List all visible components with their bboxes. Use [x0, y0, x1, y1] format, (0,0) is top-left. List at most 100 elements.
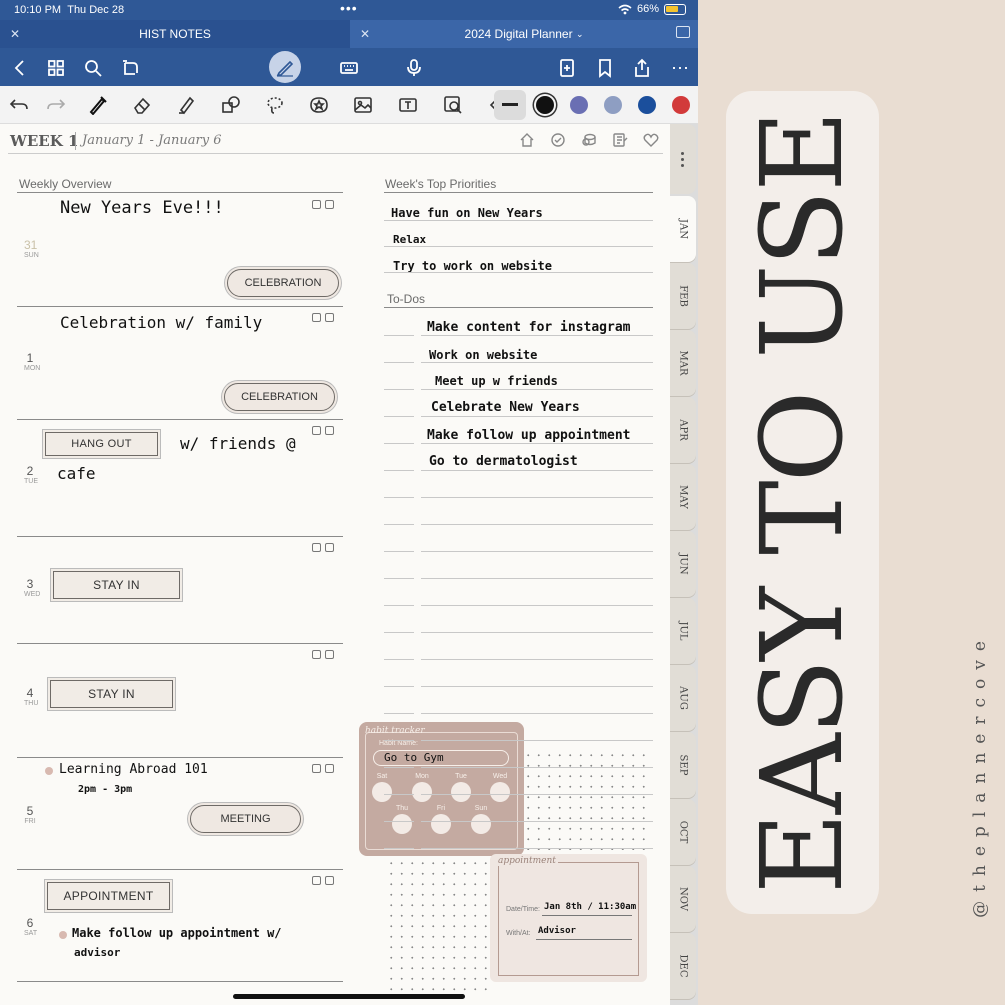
- calendar-add-icon[interactable]: [325, 650, 334, 659]
- close-tab-icon[interactable]: ✕: [10, 27, 20, 41]
- sticker-meeting[interactable]: MEETING: [190, 805, 301, 833]
- todo-checkbox-line[interactable]: [384, 416, 414, 417]
- todo-line[interactable]: [421, 632, 653, 633]
- habit-check-circle[interactable]: [412, 782, 432, 802]
- day-icons[interactable]: [312, 422, 342, 435]
- todo-line[interactable]: [421, 389, 653, 390]
- habit-check-circle[interactable]: [372, 782, 392, 802]
- month-tab-feb[interactable]: FEB: [670, 263, 696, 329]
- back-icon[interactable]: [8, 56, 32, 80]
- tab-hist-notes[interactable]: ✕ HIST NOTES: [0, 20, 350, 48]
- todo-checkbox-line[interactable]: [384, 767, 414, 768]
- color-swatch-black[interactable]: [536, 96, 554, 114]
- share-icon[interactable]: [630, 56, 654, 80]
- month-tab-jul[interactable]: JUL: [670, 598, 696, 664]
- todo-checkbox-line[interactable]: [384, 740, 414, 741]
- color-swatch-purple[interactable]: [570, 96, 588, 114]
- reminder-icon[interactable]: [312, 200, 321, 209]
- todo-checkbox-line[interactable]: [384, 794, 414, 795]
- bookmark-icon[interactable]: [593, 56, 617, 80]
- todo-checkbox-line[interactable]: [384, 551, 414, 552]
- month-tab-oct[interactable]: OCT: [670, 799, 696, 865]
- habit-check-circle[interactable]: [490, 782, 510, 802]
- todo-checkbox-line[interactable]: [384, 470, 414, 471]
- todo-line[interactable]: [421, 335, 653, 336]
- chevron-down-icon[interactable]: ⌄: [576, 29, 584, 40]
- reminder-icon[interactable]: [312, 650, 321, 659]
- todo-line[interactable]: [421, 848, 653, 849]
- todo-checkbox-line[interactable]: [384, 524, 414, 525]
- sticker-icon[interactable]: [306, 93, 332, 117]
- image-icon[interactable]: [350, 93, 376, 117]
- highlighter-icon[interactable]: [173, 93, 199, 117]
- search-icon[interactable]: [81, 56, 105, 80]
- month-tab-apr[interactable]: APR: [670, 397, 696, 463]
- todo-line[interactable]: [421, 605, 653, 606]
- todo-checkbox-line[interactable]: [384, 713, 414, 714]
- month-tab-mar[interactable]: MAR: [670, 330, 696, 396]
- sticker-hang-out[interactable]: HANG OUT: [45, 432, 158, 456]
- todo-checkbox-line[interactable]: [384, 686, 414, 687]
- calendar-add-icon[interactable]: [325, 876, 334, 885]
- home-icon[interactable]: [519, 132, 535, 148]
- sticker-celebration[interactable]: CELEBRATION: [227, 269, 339, 297]
- day-icons[interactable]: [312, 539, 342, 552]
- sticker-stay-in[interactable]: STAY IN: [53, 571, 180, 599]
- calendar-add-icon[interactable]: [325, 543, 334, 552]
- shapes-icon[interactable]: [218, 93, 244, 117]
- todo-line[interactable]: [421, 794, 653, 795]
- lasso-share-icon[interactable]: [119, 56, 143, 80]
- day-icons[interactable]: [312, 309, 342, 322]
- coins-icon[interactable]: [581, 132, 597, 148]
- zoom-window-icon[interactable]: [440, 93, 466, 117]
- reminder-icon[interactable]: [312, 426, 321, 435]
- todo-checkbox-line[interactable]: [384, 497, 414, 498]
- month-tab-sep[interactable]: SEP: [670, 732, 696, 798]
- day-icons[interactable]: [312, 196, 342, 209]
- todo-line[interactable]: [421, 767, 653, 768]
- todo-checkbox-line[interactable]: [384, 659, 414, 660]
- pen-mode-button[interactable]: [269, 51, 301, 83]
- stroke-thickness-button[interactable]: [494, 90, 526, 120]
- month-tab-nov[interactable]: NOV: [670, 866, 696, 932]
- undo-icon[interactable]: [6, 93, 32, 117]
- reminder-icon[interactable]: [312, 764, 321, 773]
- todo-checkbox-line[interactable]: [384, 632, 414, 633]
- tab-digital-planner[interactable]: ✕ 2024 Digital Planner ⌄: [350, 20, 698, 48]
- todo-line[interactable]: [421, 659, 653, 660]
- habit-tracker-card[interactable]: habit tracker Habit Name: Go to Gym Sat …: [359, 722, 524, 856]
- habit-check-circle[interactable]: [392, 814, 412, 834]
- month-tab-jan[interactable]: JAN: [670, 196, 696, 262]
- calendar-add-icon[interactable]: [325, 426, 334, 435]
- planner-page[interactable]: WEEK 1 January 1 - January 6 Weekly Over…: [0, 124, 670, 1005]
- appointment-card[interactable]: appointment Date/Time: Jan 8th / 11:30am…: [490, 854, 647, 982]
- todo-checkbox-line[interactable]: [384, 362, 414, 363]
- lasso-icon[interactable]: [262, 93, 288, 117]
- todo-checkbox-line[interactable]: [384, 848, 414, 849]
- day-icons[interactable]: [312, 760, 342, 773]
- calendar-add-icon[interactable]: [325, 764, 334, 773]
- todo-line[interactable]: [421, 524, 653, 525]
- todo-line[interactable]: [421, 416, 653, 417]
- todo-checkbox-line[interactable]: [384, 443, 414, 444]
- todo-line[interactable]: [421, 821, 653, 822]
- month-tab-aug[interactable]: AUG: [670, 665, 696, 731]
- color-swatch-red[interactable]: [672, 96, 690, 114]
- heart-icon[interactable]: [643, 132, 659, 148]
- todo-checkbox-line[interactable]: [384, 821, 414, 822]
- sticker-appointment[interactable]: APPOINTMENT: [47, 882, 170, 910]
- day-icons[interactable]: [312, 872, 342, 885]
- keyboard-icon[interactable]: [337, 56, 361, 80]
- todo-line[interactable]: [421, 443, 653, 444]
- todo-line[interactable]: [421, 686, 653, 687]
- sticker-celebration[interactable]: CELEBRATION: [224, 383, 335, 411]
- sticker-stay-in[interactable]: STAY IN: [50, 680, 173, 708]
- todo-line[interactable]: [421, 497, 653, 498]
- text-box-icon[interactable]: [395, 93, 421, 117]
- todo-line[interactable]: [421, 362, 653, 363]
- more-icon[interactable]: ⋯: [668, 56, 692, 80]
- reminder-icon[interactable]: [312, 313, 321, 322]
- add-page-icon[interactable]: [555, 56, 579, 80]
- todo-line[interactable]: [421, 713, 653, 714]
- day-icons[interactable]: [312, 646, 342, 659]
